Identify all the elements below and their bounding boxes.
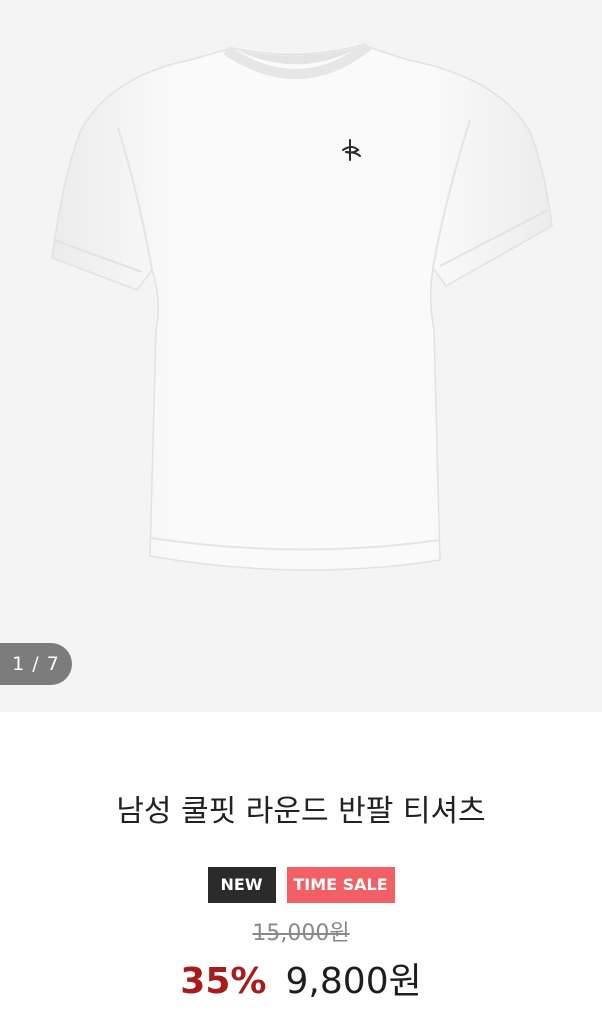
- price-row: 35% 9,800원: [0, 956, 602, 1014]
- discount-rate: 35%: [180, 961, 267, 1002]
- original-price: 15,000원: [252, 921, 350, 946]
- product-title: 남성 쿨핏 라운드 반팔 티셔츠: [116, 794, 486, 829]
- product-image-gallery[interactable]: 1 / 7: [0, 0, 602, 712]
- badge-row: NEW TIME SALE: [0, 867, 602, 903]
- time-sale-badge: TIME SALE: [286, 867, 395, 903]
- product-image[interactable]: [0, 0, 602, 712]
- image-counter: 1 / 7: [0, 643, 72, 685]
- sale-price: 9,800원: [285, 961, 422, 1002]
- new-badge: NEW: [207, 867, 276, 903]
